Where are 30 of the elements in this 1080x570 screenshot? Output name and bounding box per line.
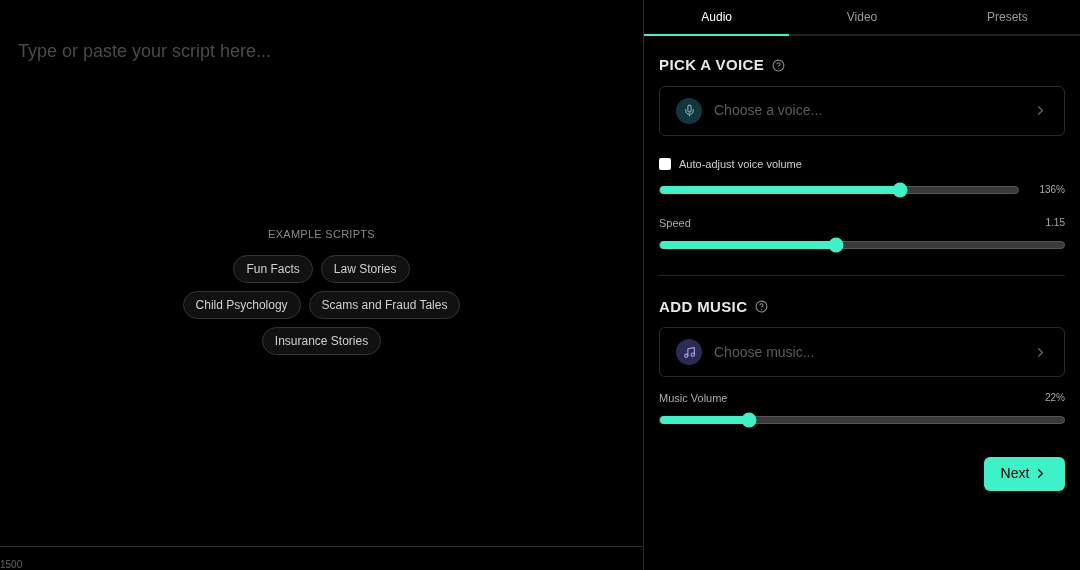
microphone-icon [676, 97, 702, 124]
example-chip[interactable]: Law Stories [320, 254, 410, 283]
slider-label: Music Volume [659, 391, 728, 406]
section-heading: PICK A VOICE [659, 55, 765, 75]
example-chip[interactable]: Insurance Stories [261, 326, 382, 355]
script-input[interactable]: Type or paste your script here... [0, 0, 643, 200]
example-chip[interactable]: Scams and Fraud Tales [308, 290, 461, 319]
tab[interactable]: Video [789, 0, 935, 36]
help-icon[interactable] [772, 58, 786, 72]
examples-heading: EXAMPLE SCRIPTS [268, 227, 375, 242]
music-note-icon [676, 339, 702, 365]
slider-thumb[interactable] [828, 237, 844, 252]
tab[interactable]: Presets [934, 0, 1080, 36]
tab[interactable]: Audio [644, 0, 790, 36]
checkbox[interactable] [659, 157, 671, 170]
slider-thumb[interactable] [741, 412, 757, 427]
picker-placeholder: Choose music... [714, 342, 816, 362]
checkbox-label: Auto-adjust voice volume [679, 156, 802, 172]
next-button[interactable]: Next [984, 456, 1065, 491]
volume-reading: 22% [1045, 391, 1065, 405]
example-chip[interactable]: Child Psychology [182, 290, 301, 319]
character-count: 1500 [0, 560, 23, 570]
picker-placeholder: Choose a voice... [714, 101, 824, 120]
section-heading: ADD MUSIC [659, 296, 748, 317]
example-chip[interactable]: Fun Facts [233, 254, 313, 283]
slider-label: Speed [659, 216, 691, 231]
help-icon[interactable] [755, 300, 769, 314]
slider-thumb[interactable] [892, 182, 908, 197]
speed-reading: 1.15 [1045, 216, 1065, 230]
volume-reading: 136% [1039, 183, 1065, 197]
